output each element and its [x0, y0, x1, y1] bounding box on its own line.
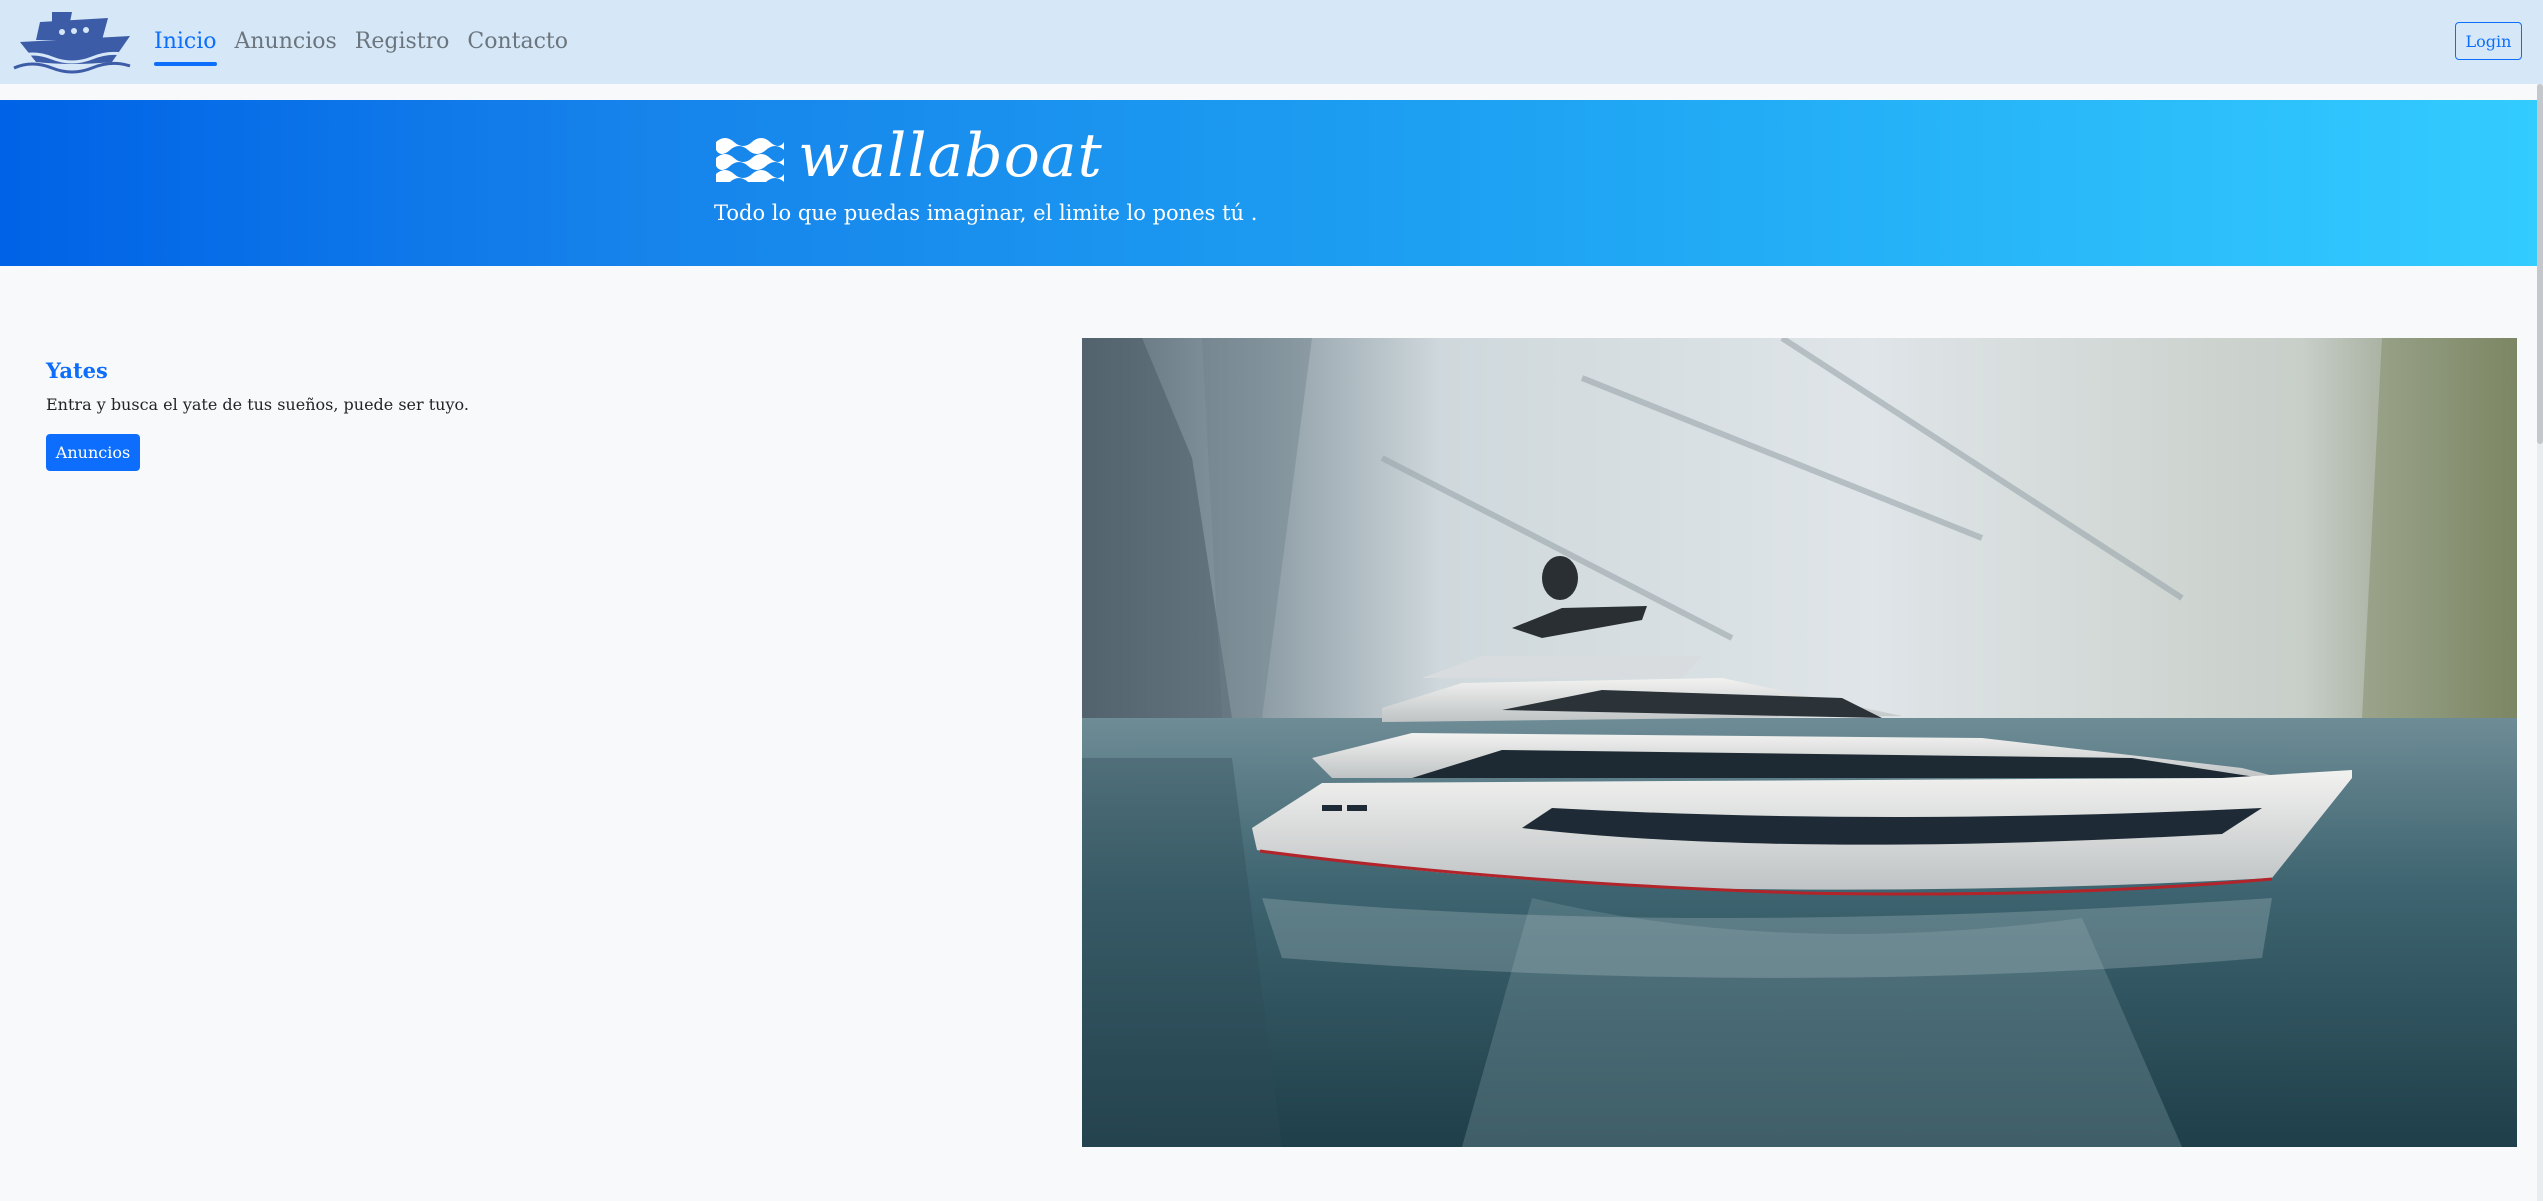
- ship-icon[interactable]: [12, 6, 132, 74]
- waves-icon: [714, 132, 784, 186]
- nav-link-anuncios[interactable]: Anuncios: [235, 25, 337, 59]
- hero-subtitle: Todo lo que puedas imaginar, el limite l…: [714, 201, 1258, 225]
- section-text: Entra y busca el yate de tus sueños, pue…: [46, 395, 469, 415]
- scrollbar-thumb[interactable]: [2537, 84, 2543, 444]
- nav-link-registro[interactable]: Registro: [355, 25, 450, 59]
- anuncios-button[interactable]: Anuncios: [46, 433, 140, 471]
- section-title: Yates: [46, 358, 108, 383]
- yacht-photo: [1082, 338, 2517, 1147]
- yates-section: Yates Entra y busca el yate de tus sueño…: [46, 358, 1006, 471]
- navbar: Inicio Anuncios Registro Contacto Login: [0, 0, 2543, 84]
- hero-title: wallaboat: [798, 121, 1103, 191]
- nav-link-contacto[interactable]: Contacto: [467, 25, 568, 59]
- login-button[interactable]: Login: [2455, 22, 2522, 60]
- nav-link-inicio[interactable]: Inicio: [154, 25, 217, 67]
- hero-banner: wallaboat Todo lo que puedas imaginar, e…: [0, 100, 2543, 266]
- nav-links: Inicio Anuncios Registro Contacto: [154, 0, 586, 84]
